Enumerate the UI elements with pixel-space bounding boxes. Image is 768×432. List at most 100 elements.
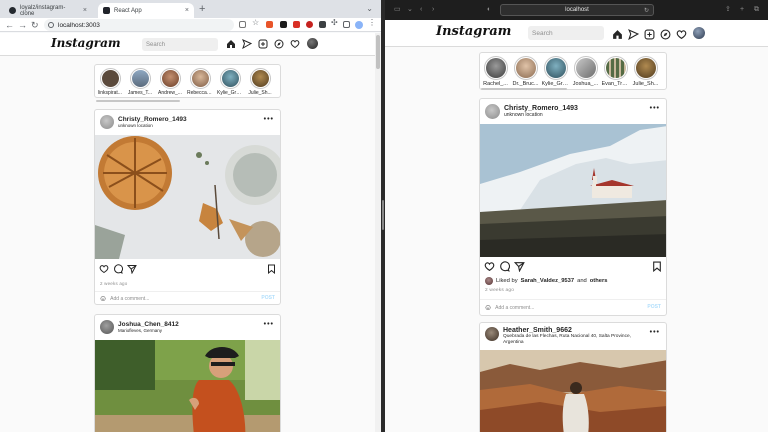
liked-user-link[interactable]: Sarah_Valdez_9537: [521, 278, 575, 284]
profile-avatar[interactable]: [355, 21, 363, 29]
bookmark-save-icon[interactable]: [651, 261, 662, 272]
post-username[interactable]: Joshua_Chen_8412: [118, 321, 179, 328]
bookmark-save-icon[interactable]: [266, 264, 276, 274]
like-heart-icon[interactable]: [484, 261, 495, 272]
extension-icon[interactable]: [293, 21, 300, 28]
extension-icon[interactable]: [266, 21, 273, 28]
post-location[interactable]: Mariofleves, Germany: [118, 328, 179, 333]
new-tab-button[interactable]: +: [740, 5, 744, 15]
story-item[interactable]: Andrew_...: [157, 68, 183, 96]
story-item[interactable]: Rachel_...: [482, 56, 509, 87]
comment-bubble-icon[interactable]: [499, 261, 510, 272]
more-options-icon[interactable]: •••: [650, 329, 660, 336]
post-username[interactable]: Heather_Smith_9662: [503, 327, 648, 334]
forward-button[interactable]: ›: [432, 5, 434, 15]
post-image-church[interactable]: [480, 124, 666, 257]
more-options-icon[interactable]: •••: [650, 105, 660, 112]
bookmark-star-icon[interactable]: ☆: [252, 18, 259, 27]
tab-react-app[interactable]: React App ×: [98, 3, 194, 18]
new-tab-button[interactable]: +: [199, 3, 205, 16]
heart-icon[interactable]: [289, 38, 300, 49]
extension-icon[interactable]: [319, 21, 326, 28]
story-item[interactable]: Kylie_Gre...: [217, 68, 243, 96]
explore-icon[interactable]: [659, 28, 671, 40]
liked-by-avatar[interactable]: [485, 277, 493, 285]
author-avatar[interactable]: [485, 103, 500, 119]
stories-scrollbar[interactable]: [96, 100, 180, 102]
extension-icon[interactable]: [280, 21, 287, 28]
forward-button[interactable]: →: [18, 19, 27, 31]
post-image-pie[interactable]: [95, 135, 280, 259]
story-item[interactable]: Dr._Bruc...: [512, 56, 539, 87]
reload-button[interactable]: ↻: [31, 19, 39, 31]
tab-github[interactable]: loyalz/instagram-clone ×: [4, 3, 92, 18]
kebab-menu-icon[interactable]: ⋮: [368, 18, 376, 27]
tab-search-icon[interactable]: ⌄: [366, 4, 373, 13]
home-icon[interactable]: [225, 38, 236, 49]
chevron-down-icon[interactable]: ⌄: [407, 5, 413, 15]
close-tab-icon[interactable]: ×: [83, 7, 87, 14]
post-username[interactable]: Christy_Romero_1493: [118, 116, 187, 123]
chevron-down-icon[interactable]: ⌄: [492, 27, 499, 36]
more-options-icon[interactable]: •••: [264, 116, 274, 123]
tab-overview-icon[interactable]: ⧉: [754, 5, 759, 15]
story-item[interactable]: Kylie_Gre...: [542, 56, 570, 87]
author-avatar[interactable]: [485, 327, 499, 341]
more-options-icon[interactable]: •••: [264, 321, 274, 328]
profile-avatar[interactable]: [693, 27, 705, 39]
back-button[interactable]: ‹: [420, 5, 422, 15]
sidebar-toggle-icon[interactable]: ▭: [394, 5, 401, 15]
extension-icon[interactable]: [306, 21, 313, 28]
side-panel-icon[interactable]: [343, 21, 350, 28]
explore-icon[interactable]: [273, 38, 284, 49]
new-post-icon[interactable]: [257, 38, 268, 49]
post-location[interactable]: unknown location: [118, 123, 187, 128]
comment-bubble-icon[interactable]: [113, 264, 123, 274]
story-item[interactable]: Evan_Tra...: [602, 56, 630, 87]
reload-icon[interactable]: ↻: [644, 7, 649, 14]
search-input[interactable]: Search: [142, 38, 218, 51]
share-paper-plane-icon[interactable]: [514, 261, 525, 272]
search-input[interactable]: Search: [528, 26, 604, 40]
comment-input[interactable]: Add a comment...: [110, 296, 149, 302]
home-icon[interactable]: [611, 28, 623, 40]
liked-others-link[interactable]: others: [590, 278, 608, 284]
story-item[interactable]: linkspirat...: [97, 68, 123, 96]
like-heart-icon[interactable]: [99, 264, 109, 274]
story-item[interactable]: Joshua_...: [572, 56, 599, 87]
back-button[interactable]: ←: [5, 19, 14, 31]
chevron-down-icon[interactable]: ⌄: [103, 38, 109, 46]
scrollbar-thumb[interactable]: [376, 35, 380, 69]
story-item[interactable]: James_T...: [127, 68, 153, 96]
post-username[interactable]: Christy_Romero_1493: [504, 105, 578, 112]
post-location[interactable]: unknown location: [504, 112, 578, 118]
stories-scrollbar[interactable]: [481, 88, 567, 90]
author-avatar[interactable]: [100, 115, 114, 129]
post-image-cyclist[interactable]: [95, 340, 280, 432]
author-avatar[interactable]: [100, 320, 114, 334]
new-post-icon[interactable]: [643, 28, 655, 40]
privacy-shield-icon[interactable]: ◐: [487, 5, 491, 15]
share-icon[interactable]: [239, 21, 246, 28]
heart-icon[interactable]: [675, 28, 687, 40]
site-info-icon[interactable]: [48, 22, 54, 28]
direct-messages-icon[interactable]: [241, 38, 252, 49]
instagram-logo[interactable]: Instagram: [51, 36, 121, 50]
post-comment-button[interactable]: POST: [647, 304, 661, 310]
story-item[interactable]: Rebecca_...: [187, 68, 213, 96]
share-paper-plane-icon[interactable]: [127, 264, 137, 274]
address-bar[interactable]: localhost:3003: [44, 19, 234, 31]
close-tab-icon[interactable]: ×: [185, 7, 189, 14]
address-bar[interactable]: localhost ↻: [500, 4, 654, 16]
comment-input[interactable]: Add a comment...: [495, 305, 534, 311]
post-location[interactable]: Quebrada de las Flechas, Ruta Nacional 4…: [503, 334, 648, 346]
story-item[interactable]: Julie_Sh...: [247, 68, 273, 96]
direct-messages-icon[interactable]: [627, 28, 639, 40]
instagram-logo[interactable]: Instagram: [436, 24, 511, 39]
puzzle-extensions-icon[interactable]: ✣: [331, 18, 338, 27]
story-item[interactable]: Julie_Sh...: [632, 56, 659, 87]
share-icon[interactable]: ⇪: [725, 5, 731, 15]
divider-grip-handle[interactable]: [382, 200, 384, 230]
emoji-icon[interactable]: ☺: [484, 303, 492, 312]
profile-avatar[interactable]: [307, 38, 318, 49]
